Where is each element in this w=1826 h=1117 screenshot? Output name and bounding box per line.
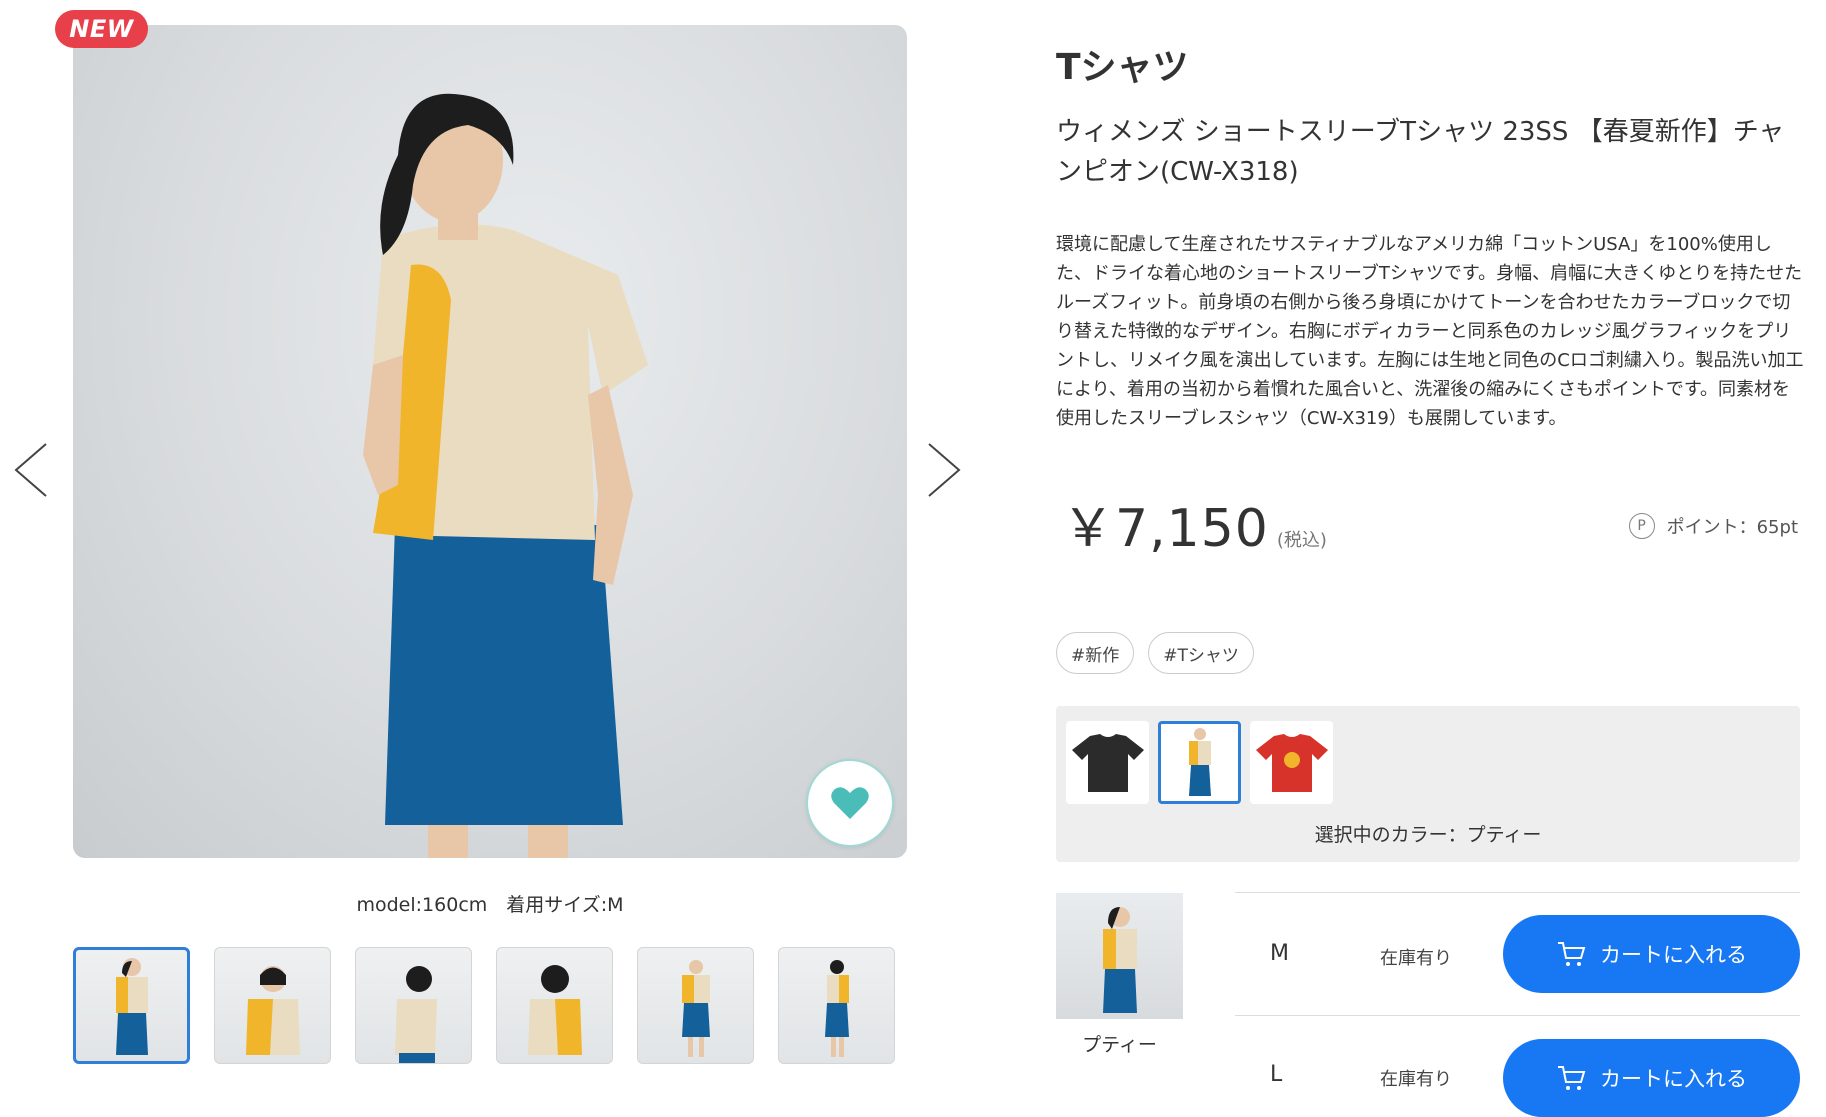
thumbnail-3[interactable] <box>355 947 472 1064</box>
tag-tshirt[interactable]: #Tシャツ <box>1148 632 1254 674</box>
chevron-right-icon <box>928 443 961 497</box>
red-tshirt-icon <box>1255 733 1328 792</box>
stock-status-l: 在庫有り <box>1380 1069 1452 1090</box>
tax-note: (税込) <box>1276 530 1327 551</box>
divider <box>1235 1015 1800 1016</box>
thumbnail-5[interactable] <box>637 947 754 1064</box>
color-swatch-beige[interactable] <box>1158 721 1241 804</box>
add-to-cart-button-l[interactable]: カートに入れる <box>1503 1039 1800 1117</box>
color-swatch-black[interactable] <box>1066 721 1149 804</box>
thumbnail-2[interactable] <box>214 947 331 1064</box>
thumbnail-6[interactable] <box>778 947 895 1064</box>
selected-color-label: 選択中のカラー：プティー <box>1314 824 1542 846</box>
size-label-m: M <box>1270 941 1289 966</box>
points-info: P ポイント：65pt <box>1628 513 1798 539</box>
size-label-l: L <box>1270 1062 1283 1087</box>
product-name: ウィメンズ ショートスリーブTシャツ 23SS 【春夏新作】チャンピオン(CW-… <box>1056 117 1785 187</box>
next-image-button[interactable] <box>925 440 965 500</box>
price: ￥7,150 <box>1062 499 1269 559</box>
tag-new[interactable]: #新作 <box>1056 632 1135 674</box>
heart-icon <box>831 787 869 819</box>
favorite-button[interactable] <box>806 759 894 847</box>
chevron-left-icon <box>14 443 47 497</box>
add-to-cart-button-m[interactable]: カートに入れる <box>1503 915 1800 993</box>
add-to-cart-label: カートに入れる <box>1600 943 1747 967</box>
product-description: 環境に配慮して生産されたサスティナブルなアメリカ綿「コットンUSA」を100%使… <box>1056 234 1804 429</box>
category-title: Tシャツ <box>1056 47 1189 88</box>
black-tshirt-icon <box>1071 733 1144 792</box>
points-label: ポイント：65pt <box>1666 517 1798 538</box>
thumbnail-1[interactable] <box>73 947 190 1064</box>
new-badge: NEW <box>55 10 148 48</box>
color-selector: 選択中のカラー：プティー <box>1056 706 1800 862</box>
divider <box>1235 892 1800 893</box>
beige-model-icon <box>1188 727 1211 796</box>
cart-icon <box>1558 942 1586 966</box>
add-to-cart-label: カートに入れる <box>1600 1067 1747 1091</box>
thumbnail-4[interactable] <box>496 947 613 1064</box>
model-photo-illustration <box>363 93 648 858</box>
model-caption: model:160cm 着用サイズ:M <box>356 894 624 916</box>
tag-list: #新作 #Tシャツ <box>1056 632 1254 674</box>
stock-status-m: 在庫有り <box>1380 948 1452 969</box>
price-row: ￥7,150 (税込) <box>1062 486 1327 561</box>
color-swatch-red[interactable] <box>1250 721 1333 804</box>
cart-icon <box>1558 1066 1586 1090</box>
main-product-photo <box>73 25 907 858</box>
points-icon: P <box>1628 513 1655 539</box>
prev-image-button[interactable] <box>10 440 50 500</box>
thumbnail-strip <box>73 947 895 1064</box>
variant-name: プティー <box>1082 1034 1157 1056</box>
variant-photo <box>1056 893 1183 1019</box>
